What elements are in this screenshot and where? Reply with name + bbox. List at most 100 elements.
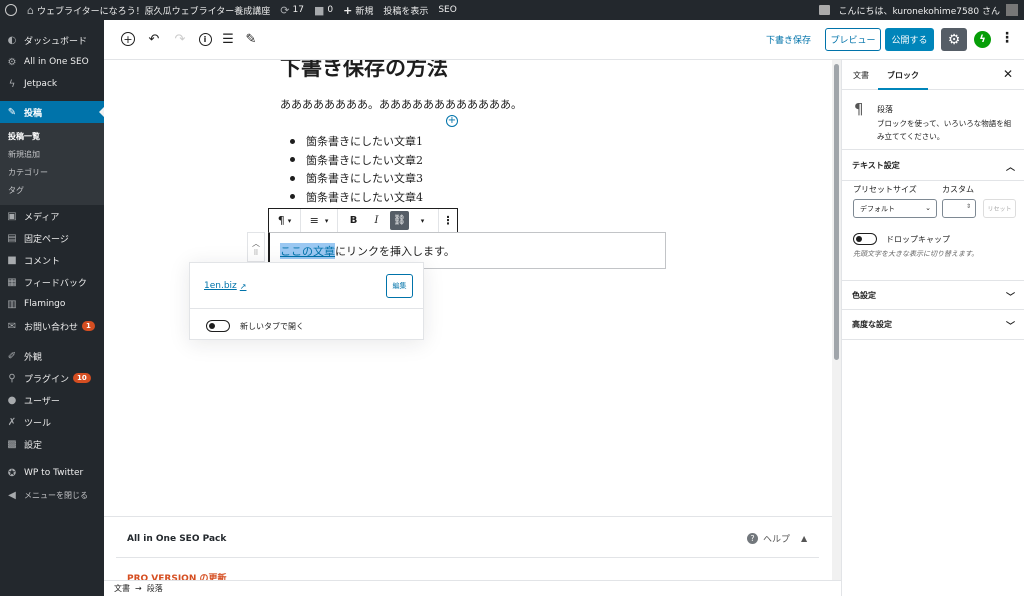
notification-icon (819, 5, 831, 15)
comment-icon: ■ (7, 254, 17, 266)
block-navigation-button[interactable]: ☰ (219, 30, 237, 48)
font-size-select[interactable]: デフォルト ⌄ (853, 199, 937, 218)
link-url[interactable]: 1en.biz ↗ (204, 281, 246, 291)
sidebar-item-jetpack[interactable]: ϟ Jetpack (0, 73, 104, 95)
edit-link-button[interactable]: 編集 (386, 274, 413, 298)
post-title[interactable]: 下書き保存の方法 (280, 60, 448, 82)
content-info-button[interactable]: i (196, 30, 214, 48)
sidebar-item-users[interactable]: ● ユーザー (0, 389, 104, 411)
close-icon: ✕ (1003, 67, 1014, 81)
publish-button[interactable]: 公開する (885, 28, 934, 51)
tools-button[interactable]: ✎ (242, 30, 260, 48)
sidebar-item-plugins[interactable]: ⚲ プラグイン 10 (0, 367, 104, 389)
more-formats-button[interactable]: ▾ (411, 209, 434, 232)
paragraph-block[interactable]: ああああああああ。ああああああああああああ。 (280, 96, 522, 112)
sidebar-item-label: コメント (24, 256, 61, 267)
custom-font-size-input[interactable]: ⇕ (942, 199, 976, 218)
sidebar-item-posts[interactable]: ✎ 投稿 (0, 101, 104, 123)
seo-menu-label: SEO (438, 5, 457, 15)
updates-link[interactable]: ⟳ 17 (275, 0, 309, 20)
tab-document[interactable]: 文書 (853, 70, 869, 81)
seo-menu-link[interactable]: SEO (433, 0, 461, 20)
editor-canvas: 下書き保存の方法 ああああああああ。ああああああああああああ。 + 箇条書きにし… (104, 60, 832, 596)
tab-block[interactable]: ブロック (887, 70, 919, 81)
redo-icon: ↷ (174, 31, 186, 47)
save-draft-button[interactable]: 下書き保存 (766, 33, 811, 46)
comments-link[interactable]: ■ 0 (309, 0, 338, 20)
align-dropdown[interactable]: ≡ ▾ (301, 209, 338, 232)
avatar (1006, 4, 1018, 16)
vertical-ellipsis-icon: ⋮ (442, 214, 454, 227)
sidebar-collapse-menu[interactable]: ◀ メニューを閉じる (0, 484, 104, 506)
jetpack-icon: ϟ (8, 78, 16, 90)
breadcrumb-current[interactable]: 段落 (147, 583, 163, 594)
sidebar-item-comments[interactable]: ■ コメント (0, 249, 104, 271)
new-content-link[interactable]: + 新規 (338, 0, 378, 20)
wp-logo-button[interactable] (0, 0, 22, 20)
admin-sidebar: ◐ ダッシュボード ⚙ All in One SEO ϟ Jetpack ✎ 投稿 投稿… (0, 20, 104, 596)
font-size-value: デフォルト (860, 204, 895, 213)
site-name-link[interactable]: ⌂ ウェブライターになろう！原久瓜ウェブライター養成講座 (22, 0, 275, 20)
brush-icon: ✐ (7, 350, 17, 362)
sidebar-item-contact[interactable]: ✉ お問い合わせ 1 (0, 315, 104, 337)
account-menu[interactable]: こんにちは、kuronekohime7580 さん (819, 0, 1024, 20)
drag-handle-icon[interactable]: ⠿ (253, 249, 258, 257)
sidebar-item-aioseo[interactable]: ⚙ All in One SEO (0, 51, 104, 73)
sidebar-item-label: All in One SEO (24, 57, 89, 67)
block-type-switcher[interactable]: ¶ ▾ (269, 209, 301, 232)
view-post-link[interactable]: 投稿を表示 (378, 0, 433, 20)
sidebar-item-feedback[interactable]: ▦ フィードバック (0, 271, 104, 293)
sidebar-item-label: 固定ページ (24, 234, 69, 245)
linked-text[interactable]: ここの文章 (280, 242, 335, 259)
user-icon: ● (7, 394, 17, 406)
pin-icon: ✎ (7, 106, 17, 118)
drop-cap-toggle[interactable] (853, 233, 877, 245)
link-popover: 1en.biz ↗ 編集 新しいタブで開く (189, 262, 424, 340)
submenu-add-new[interactable]: 新規追加 (0, 145, 104, 163)
list-block[interactable]: 箇条書きにしたい文章1 箇条書きにしたい文章2 箇条書きにしたい文章3 箇条書き… (290, 132, 423, 206)
editor-scrollbar-thumb[interactable] (834, 64, 839, 360)
block-options-button[interactable]: ⋮ (439, 209, 457, 232)
sidebar-item-appearance[interactable]: ✐ 外観 (0, 345, 104, 367)
sidebar-item-settings[interactable]: ▩ 設定 (0, 433, 104, 455)
block-card: ¶ 段落 ブロックを使って、いろいろな物語を組み立ててください。 (842, 90, 1024, 150)
sidebar-item-wp-to-twitter[interactable]: ✪ WP to Twitter (0, 462, 104, 484)
aioseo-help-link[interactable]: ? ヘルプ (747, 532, 790, 545)
sidebar-item-media[interactable]: ▣ メディア (0, 205, 104, 227)
sidebar-item-label: 投稿 (24, 108, 43, 119)
undo-icon: ↶ (148, 31, 160, 47)
caret-down-icon: ▾ (324, 216, 329, 225)
close-settings-button[interactable]: ✕ (1003, 67, 1013, 81)
aioseo-title[interactable]: All in One SEO Pack (127, 534, 226, 544)
submenu-all-posts[interactable]: 投稿一覧 (0, 127, 104, 145)
undo-button[interactable]: ↶ (145, 30, 163, 48)
inline-inserter-button[interactable]: + (446, 115, 458, 127)
help-icon: ? (747, 533, 758, 544)
new-tab-toggle[interactable] (206, 320, 230, 332)
sidebar-item-pages[interactable]: ▤ 固定ページ (0, 227, 104, 249)
chevron-up-icon: ︿ (1005, 163, 1015, 173)
bold-button[interactable]: B (342, 209, 365, 232)
preview-button[interactable]: プレビュー (825, 28, 881, 51)
submenu-categories[interactable]: カテゴリー (0, 163, 104, 181)
chevron-down-icon: ⌄ (925, 204, 931, 212)
sidebar-item-tools[interactable]: ✗ ツール (0, 411, 104, 433)
more-menu-button[interactable]: ⋮ (1000, 30, 1014, 46)
settings-toggle-button[interactable]: ⚙ (941, 28, 967, 51)
jetpack-button[interactable]: ϟ (974, 31, 991, 48)
collapse-toggle-icon[interactable]: ▲ (801, 534, 807, 543)
sidebar-item-flamingo[interactable]: ▥ Flamingo (0, 293, 104, 315)
italic-button[interactable]: I (365, 209, 388, 232)
add-block-button[interactable]: + (119, 30, 137, 48)
redo-button[interactable]: ↷ (171, 30, 189, 48)
submenu-tags[interactable]: タグ (0, 181, 104, 199)
color-settings-panel-toggle[interactable]: 色設定 ﹀ (842, 280, 1024, 310)
chevron-up-icon[interactable]: ︿ (252, 238, 260, 249)
link-button[interactable]: ⛓ (388, 209, 411, 232)
settings-sidebar: 文書 ブロック ✕ ¶ 段落 ブロックを使って、いろいろな物語を組み立ててくださ… (841, 60, 1024, 596)
advanced-settings-panel-toggle[interactable]: 高度な設定 ﹀ (842, 310, 1024, 340)
breadcrumb-root[interactable]: 文書 (114, 583, 130, 594)
text-settings-panel-toggle[interactable]: テキスト設定 ︿ (842, 151, 1024, 181)
sidebar-item-dashboard[interactable]: ◐ ダッシュボード (0, 29, 104, 51)
reset-font-size-button[interactable]: リセット (983, 199, 1016, 218)
